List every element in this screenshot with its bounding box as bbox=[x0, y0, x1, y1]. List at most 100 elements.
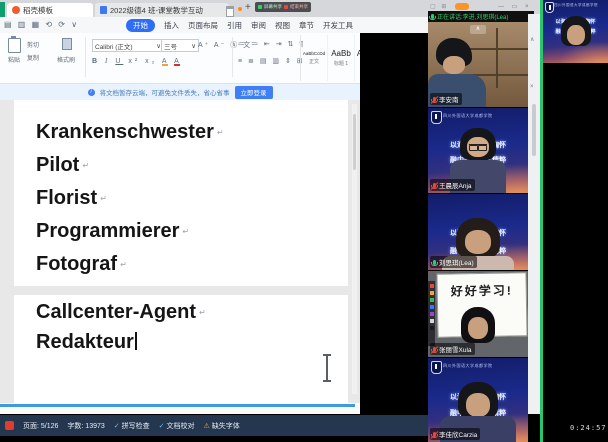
style-heading1[interactable]: AaBb 标题 1 bbox=[328, 35, 355, 81]
doc-word-line: Callcenter-Agent↵ bbox=[36, 300, 206, 325]
doc-word-line: Fotograf↵ bbox=[36, 252, 127, 277]
video-tile-participant-4[interactable]: 好好学习! 张丽雪Xula bbox=[428, 271, 528, 357]
style-normal[interactable]: AaBbCcDd 正文 bbox=[301, 35, 328, 81]
paragraph-mark-icon: ↵ bbox=[100, 194, 107, 203]
stop-share-icon bbox=[284, 5, 288, 9]
wps-red-icon bbox=[5, 421, 14, 430]
page-indicator: 页面: 5/126 bbox=[23, 421, 58, 431]
doc-word-line: Pilot↵ bbox=[36, 153, 89, 178]
school-logo-icon bbox=[431, 111, 442, 124]
video-tile-overlay-window[interactable]: 四川外国语大学成都学院 以海纳百川之胸怀 融中西文化之精粹 bbox=[543, 0, 608, 63]
ribbon-tab-devtools[interactable]: 开发工具 bbox=[323, 20, 353, 31]
screen-share-border bbox=[540, 0, 543, 442]
divider bbox=[85, 37, 86, 77]
format-painter-label[interactable]: 格式刷 bbox=[52, 55, 80, 64]
ibeam-cursor bbox=[323, 380, 331, 382]
video-tile-participant-5[interactable]: 四川外国语大学成都学院 以海纳百川之胸怀 融中西文化之精粹 李佳欣Carzia bbox=[428, 358, 528, 442]
video-tile-participant-1[interactable]: ∧ 李安南 bbox=[428, 22, 528, 107]
style-heading2[interactable]: AaBb( 标题 2 bbox=[355, 35, 360, 81]
tab-docer-templates[interactable]: 稻壳模板 bbox=[7, 3, 93, 17]
missing-font-warning[interactable]: ⚠ 缺失字体 bbox=[204, 421, 240, 431]
doc-word-line: Programmierer↵ bbox=[36, 219, 189, 244]
sharing-indicator-icon bbox=[258, 5, 262, 9]
style-preview: AaBbCcDd bbox=[303, 51, 325, 56]
doc-vertical-scrollbar-thumb[interactable] bbox=[353, 114, 356, 170]
school-name: 四川外国语大学成都学院 bbox=[554, 3, 598, 8]
paragraph-mark-icon: ↵ bbox=[120, 260, 127, 269]
color-swatch bbox=[430, 305, 434, 309]
tab-pin-icon[interactable] bbox=[226, 6, 234, 17]
superscript-button[interactable]: x² bbox=[128, 58, 140, 65]
font-size-value: 三号 bbox=[164, 41, 177, 51]
italic-button[interactable]: I bbox=[105, 57, 110, 65]
school-logo-icon bbox=[545, 2, 554, 13]
style-label: 正文 bbox=[309, 58, 319, 65]
word-count: 字数: 13973 bbox=[67, 421, 104, 431]
glasses bbox=[469, 144, 487, 150]
font-size-select[interactable]: 三号 ∨ bbox=[161, 39, 199, 52]
screen: 稻壳模板 2022级德4 班-课堂教学互动 + 屏幕共享 结束共享 ▢ ⊞ — … bbox=[0, 0, 608, 442]
style-label: 标题 1 bbox=[334, 60, 348, 67]
panel-layout-icons[interactable]: ▢ ⊞ bbox=[430, 3, 448, 10]
format-painter-icon[interactable] bbox=[62, 38, 72, 50]
paragraph-mark-icon: ↵ bbox=[82, 161, 89, 170]
login-button[interactable]: 立即登录 bbox=[235, 86, 273, 99]
school-logo-icon bbox=[431, 361, 442, 374]
font-style-icons: B I U x² x₂ A A bbox=[92, 57, 182, 65]
new-tab-button[interactable]: + bbox=[245, 2, 251, 13]
paragraph-mark-icon: ↵ bbox=[182, 227, 189, 236]
participant-face bbox=[466, 393, 490, 417]
panel-edge-strip bbox=[528, 14, 540, 414]
mic-muted-icon bbox=[433, 183, 436, 188]
participant-face bbox=[468, 317, 488, 339]
window-control-buttons[interactable]: — ▭ × bbox=[498, 3, 532, 10]
collapse-chevron-button[interactable]: ∧ bbox=[470, 25, 486, 34]
ribbon-tab-references[interactable]: 引用 bbox=[227, 20, 242, 31]
mic-icon bbox=[431, 14, 434, 19]
save-print-undo-redo-icons[interactable]: ▤ ▥ ▦ ⟲ ⟳ ∨ bbox=[4, 20, 79, 29]
cut-button[interactable]: 剪切 bbox=[27, 40, 39, 49]
color-swatch bbox=[430, 291, 434, 295]
font-color-button[interactable]: A bbox=[174, 58, 182, 65]
doc-horizontal-scrollbar-thumb[interactable] bbox=[0, 404, 355, 407]
sharing-label: 屏幕共享 bbox=[264, 4, 282, 10]
info-icon: i bbox=[88, 89, 95, 96]
cut-copy-group: 剪切 复制 bbox=[27, 40, 39, 62]
underline-button[interactable]: U bbox=[115, 58, 123, 65]
spell-check-button[interactable]: ✓ 拼写检查 bbox=[114, 421, 150, 431]
color-swatch bbox=[430, 326, 434, 330]
close-panel-icon[interactable]: × bbox=[530, 84, 534, 90]
copy-button[interactable]: 复制 bbox=[27, 53, 39, 62]
tab-document[interactable]: 2022级德4 班-课堂教学互动 bbox=[95, 3, 229, 17]
proofread-button[interactable]: ✓ 文档校对 bbox=[159, 421, 195, 431]
subscript-button[interactable]: x₂ bbox=[145, 58, 157, 65]
alignment-icons[interactable]: ≡ ≣ ▤ ▥ ⇕ ⊞ bbox=[238, 57, 305, 65]
ribbon: 粘贴 剪切 复制 格式刷 Calibri (正文) ∨ 三号 ∨ A⁺ A⁻ Ⓐ… bbox=[0, 33, 360, 84]
style-preview: AaBb bbox=[331, 49, 351, 58]
ribbon-tab-review[interactable]: 审阅 bbox=[251, 20, 266, 31]
video-tile-participant-2[interactable]: 四川外国语大学成都学院 以海纳百川之胸怀 融中西文化之精粹 王晨辰Anja bbox=[428, 108, 528, 193]
panel-scrollbar-thumb[interactable] bbox=[532, 104, 536, 156]
member-badge[interactable] bbox=[455, 3, 469, 10]
stop-share-label[interactable]: 结束共享 bbox=[290, 4, 308, 10]
wps-home-button[interactable] bbox=[0, 2, 5, 17]
video-tile-participant-3[interactable]: 以海纳百川之胸怀 融中西文化之精粹 刘思琪(Lea) bbox=[428, 194, 528, 270]
participant-face bbox=[465, 230, 491, 254]
collapse-panel-icon[interactable]: ∧ bbox=[530, 36, 534, 43]
document-area[interactable]: Krankenschwester↵ Pilot↵ Florist↵ Progra… bbox=[0, 100, 360, 403]
bold-button[interactable]: B bbox=[92, 58, 100, 65]
font-name-select[interactable]: Calibri (正文) ∨ bbox=[92, 39, 164, 52]
meeting-share-pill[interactable]: 屏幕共享 结束共享 bbox=[255, 2, 311, 12]
ribbon-tab-home[interactable]: 开始 bbox=[126, 19, 155, 32]
ribbon-tab-layout[interactable]: 页面布局 bbox=[188, 20, 218, 31]
ribbon-tab-insert[interactable]: 插入 bbox=[164, 20, 179, 31]
font-name-value: Calibri (正文) bbox=[95, 41, 133, 51]
paste-button-label[interactable]: 粘贴 bbox=[4, 55, 24, 64]
list-indent-icons[interactable]: ≔ ≕ ⇤ ⇥ ⇅ ¶ bbox=[238, 40, 305, 48]
mic-muted-icon bbox=[433, 97, 436, 102]
highlight-button[interactable]: A bbox=[162, 58, 170, 65]
ribbon-tab-section[interactable]: 章节 bbox=[299, 20, 314, 31]
color-swatch bbox=[430, 284, 434, 288]
ribbon-tab-view[interactable]: 视图 bbox=[275, 20, 290, 31]
paste-icon[interactable] bbox=[8, 38, 21, 53]
